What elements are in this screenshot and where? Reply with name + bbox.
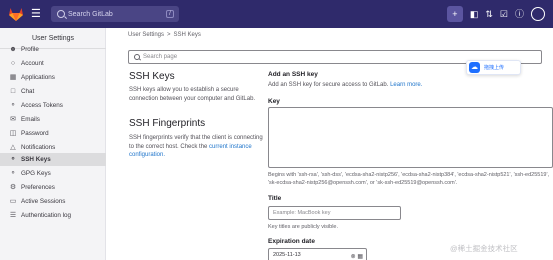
sidebar-item-label: SSH Keys bbox=[21, 156, 51, 163]
sidebar-item-label: Preferences bbox=[21, 184, 55, 191]
sidebar-item-label: Profile bbox=[21, 46, 39, 53]
merge-request-icon[interactable]: ⇅ bbox=[485, 5, 493, 23]
add-ssh-key-description: Add an SSH key for secure access to GitL… bbox=[268, 82, 422, 88]
breadcrumb-separator: > bbox=[167, 32, 171, 38]
sidebar-item-label: GPG Keys bbox=[21, 170, 51, 177]
expiration-date-input[interactable]: 2025-11-13 ⊗ ▦ bbox=[268, 248, 367, 260]
title-help-text: Key titles are publicly visible. bbox=[268, 224, 339, 230]
applications-icon: ▦ bbox=[9, 73, 17, 81]
search-icon bbox=[134, 54, 140, 60]
account-icon: ○ bbox=[10, 59, 16, 67]
breadcrumb-current[interactable]: SSH Keys bbox=[174, 32, 201, 38]
sidebar-item-label: Notifications bbox=[21, 144, 56, 151]
top-navbar: ☰ Search GitLab / + ◧ ⇅ ☑ ⓘ bbox=[0, 0, 553, 28]
clear-icon[interactable]: ⊗ bbox=[351, 254, 356, 260]
mail-icon: ✉ bbox=[10, 115, 16, 123]
page-search-placeholder: Search page bbox=[143, 54, 178, 60]
sidebar-item-label: Applications bbox=[21, 74, 55, 81]
search-icon bbox=[57, 10, 65, 18]
search-shortcut-badge: / bbox=[166, 10, 174, 18]
key-help-text: Begins with 'ssh-rsa', 'ssh-dss', 'ecdsa… bbox=[268, 172, 550, 186]
sidebar-item-gpg-keys[interactable]: ⚬ GPG Keys bbox=[0, 167, 106, 180]
ssh-fingerprints-heading: SSH Fingerprints bbox=[129, 118, 206, 129]
sidebar-item-active-sessions[interactable]: ▭ Active Sessions bbox=[0, 195, 106, 208]
key-textarea[interactable] bbox=[268, 107, 553, 168]
sidebar-item-profile[interactable]: ☻ Profile bbox=[0, 43, 106, 56]
ssh-keys-description: SSH keys allow you to establish a secure… bbox=[129, 87, 256, 102]
monitor-icon: ▭ bbox=[9, 197, 17, 205]
settings-sidebar: User Settings ☻ Profile ○ Account ▦ Appl… bbox=[0, 28, 106, 260]
sidebar-item-label: Emails bbox=[21, 116, 40, 123]
key-label: Key bbox=[268, 98, 280, 105]
sidebar-item-label: Active Sessions bbox=[21, 198, 66, 205]
key-icon: ⚬ bbox=[10, 101, 16, 109]
sidebar-item-preferences[interactable]: ⚙ Preferences bbox=[0, 181, 106, 194]
gitlab-logo-icon[interactable] bbox=[8, 6, 24, 22]
sidebar-item-applications[interactable]: ▦ Applications bbox=[0, 71, 106, 84]
help-icon[interactable]: ⓘ bbox=[515, 5, 524, 23]
global-search-input[interactable]: Search GitLab / bbox=[51, 6, 179, 22]
add-ssh-key-title: Add an SSH key bbox=[268, 71, 318, 78]
top-icons-group: + ◧ ⇅ ☑ ⓘ bbox=[446, 5, 545, 23]
drag-upload-label: 拖拽上传 bbox=[484, 65, 505, 71]
ssh-keys-heading: SSH Keys bbox=[129, 71, 175, 82]
lock-icon: ◫ bbox=[9, 129, 17, 137]
issues-icon[interactable]: ◧ bbox=[470, 5, 479, 23]
title-input[interactable]: Example: MacBook key bbox=[268, 206, 401, 220]
sidebar-item-authentication-log[interactable]: ☰ Authentication log bbox=[0, 209, 106, 222]
sidebar-item-access-tokens[interactable]: ⚬ Access Tokens bbox=[0, 99, 106, 112]
drag-upload-widget[interactable]: ☁ 拖拽上传 bbox=[466, 60, 521, 75]
learn-more-link[interactable]: Learn more. bbox=[390, 82, 422, 88]
preferences-icon: ⚙ bbox=[9, 183, 17, 191]
chat-icon: □ bbox=[10, 87, 16, 95]
user-icon: ☻ bbox=[9, 45, 17, 53]
breadcrumb: User Settings > SSH Keys bbox=[128, 32, 201, 38]
sidebar-item-label: Password bbox=[21, 130, 49, 137]
expiration-date-label: Expiration date bbox=[268, 238, 315, 245]
gpg-key-icon: ⚬ bbox=[10, 169, 16, 177]
create-new-icon[interactable]: + bbox=[446, 6, 463, 22]
cloud-upload-icon: ☁ bbox=[469, 62, 480, 73]
sidebar-item-label: Authentication log bbox=[21, 212, 72, 219]
title-label: Title bbox=[268, 195, 282, 202]
sidebar-item-label: Access Tokens bbox=[21, 102, 63, 109]
sidebar-item-password[interactable]: ◫ Password bbox=[0, 127, 106, 140]
sidebar-item-chat[interactable]: □ Chat bbox=[0, 85, 106, 98]
calendar-icon[interactable]: ▦ bbox=[357, 254, 363, 260]
todo-icon[interactable]: ☑ bbox=[500, 5, 508, 23]
list-icon: ☰ bbox=[9, 211, 17, 219]
watermark: @稀土掘金技术社区 bbox=[450, 244, 518, 253]
avatar[interactable] bbox=[531, 7, 545, 21]
ssh-fingerprints-description: SSH fingerprints verify that the client … bbox=[129, 134, 264, 160]
global-search-placeholder: Search GitLab bbox=[68, 10, 113, 18]
ssh-key-icon: ⚬ bbox=[10, 155, 16, 163]
expiration-date-controls: ⊗ ▦ bbox=[351, 251, 363, 260]
sidebar-item-account[interactable]: ○ Account bbox=[0, 57, 106, 70]
sidebar-item-label: Chat bbox=[21, 88, 35, 95]
sidebar-item-label: Account bbox=[21, 60, 44, 67]
breadcrumb-parent-link[interactable]: User Settings bbox=[128, 32, 164, 38]
add-ssh-key-text: Add an SSH key for secure access to GitL… bbox=[268, 82, 389, 88]
bell-icon: △ bbox=[10, 143, 16, 151]
expiration-date-value: 2025-11-13 bbox=[273, 252, 301, 258]
sidebar-item-emails[interactable]: ✉ Emails bbox=[0, 113, 106, 126]
hamburger-icon[interactable]: ☰ bbox=[31, 8, 43, 20]
sidebar-item-ssh-keys[interactable]: ⚬ SSH Keys bbox=[0, 153, 106, 166]
